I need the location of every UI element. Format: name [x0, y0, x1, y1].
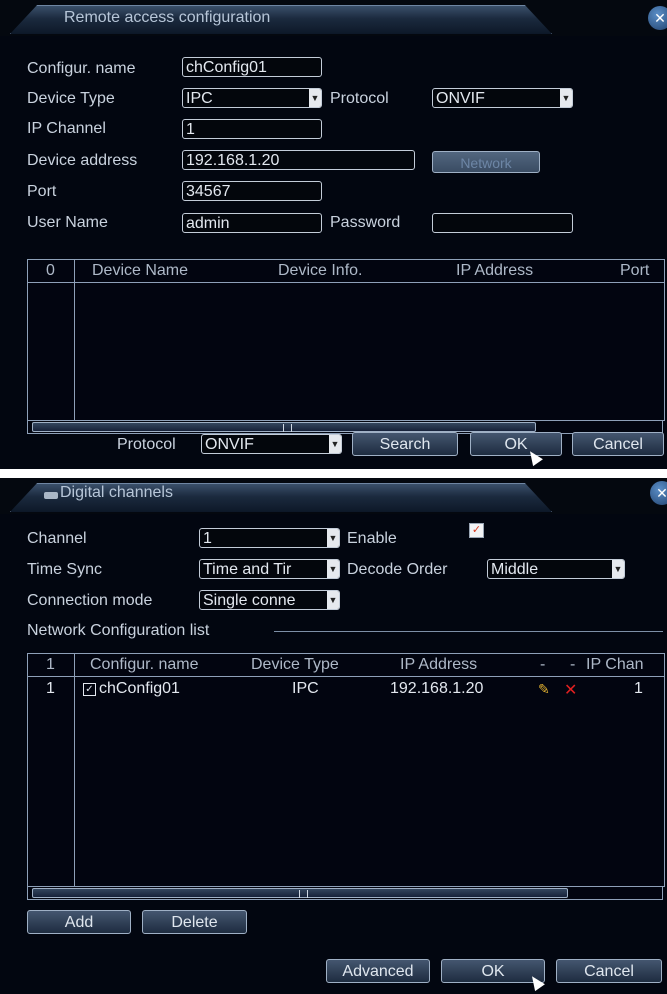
time-sync-value: Time and Tir	[203, 561, 292, 578]
device-address-label: Device address	[27, 152, 138, 169]
device-count: 0	[46, 262, 55, 279]
horizontal-scrollbar[interactable]	[27, 886, 663, 900]
dropdown-arrow-icon: ▼	[327, 529, 339, 547]
table-row[interactable]: 1 ✓ chConfig01 IPC 192.168.1.20 ✎ ✕ 1	[28, 678, 664, 700]
row-checkbox[interactable]: ✓	[83, 683, 96, 696]
close-icon[interactable]: ✕	[650, 481, 667, 505]
scrollbar-thumb[interactable]	[32, 888, 568, 898]
title-bar: Digital channels ✕	[0, 478, 667, 514]
protocol-value: ONVIF	[436, 90, 485, 107]
remote-access-dialog: Remote access configuration ✕ Configur. …	[0, 0, 667, 469]
search-protocol-value: ONVIF	[205, 436, 254, 453]
column-divider	[74, 260, 75, 420]
decode-order-label: Decode Order	[347, 561, 448, 578]
column-ip-address: IP Address	[400, 656, 478, 673]
pencil-icon[interactable]: ✎	[538, 681, 550, 698]
dialog-title: Digital channels	[60, 484, 173, 501]
group-divider	[274, 631, 663, 632]
column-ip-channel: IP Chan	[586, 656, 644, 673]
delete-x-icon[interactable]: ✕	[564, 680, 577, 700]
camera-icon	[44, 492, 58, 499]
row-device-type: IPC	[292, 680, 319, 697]
connection-mode-value: Single conne	[203, 592, 296, 609]
add-button[interactable]: Add	[27, 910, 131, 934]
title-bar: Remote access configuration ✕	[0, 0, 667, 36]
enable-checkbox[interactable]: ✓	[469, 523, 484, 538]
network-config-list-header: 1 Configur. name Device Type IP Address …	[28, 654, 664, 677]
user-name-input[interactable]: admin	[182, 213, 322, 233]
scrollbar-thumb[interactable]	[32, 422, 536, 432]
row-config-name: chConfig01	[99, 680, 180, 697]
enable-label: Enable	[347, 530, 397, 547]
column-port: Port	[620, 262, 650, 279]
time-sync-label: Time Sync	[27, 561, 102, 578]
device-type-value: IPC	[186, 90, 213, 107]
device-type-select[interactable]: IPC ▼	[182, 88, 322, 108]
horizontal-scrollbar[interactable]	[27, 420, 663, 434]
decode-order-select[interactable]: Middle ▼	[487, 559, 625, 579]
grip-icon	[283, 424, 292, 432]
search-button[interactable]: Search	[352, 432, 458, 456]
device-address-input[interactable]: 192.168.1.20	[182, 150, 415, 170]
dropdown-arrow-icon: ▼	[612, 560, 624, 578]
channel-label: Channel	[27, 530, 87, 547]
delete-button[interactable]: Delete	[142, 910, 247, 934]
dropdown-arrow-icon: ▼	[327, 560, 339, 578]
port-input[interactable]: 34567	[182, 181, 322, 201]
password-label: Password	[330, 214, 401, 231]
cancel-button[interactable]: Cancel	[572, 432, 664, 456]
dropdown-arrow-icon: ▼	[560, 89, 572, 107]
column-device-type: Device Type	[251, 656, 339, 673]
decode-order-value: Middle	[491, 561, 539, 578]
port-label: Port	[27, 183, 57, 200]
dropdown-arrow-icon: ▼	[329, 435, 341, 453]
protocol-label: Protocol	[330, 90, 389, 107]
column-config-name: Configur. name	[90, 656, 199, 673]
device-list[interactable]: 0 Device Name Device Info. IP Address Po…	[27, 259, 665, 421]
channel-select[interactable]: 1 ▼	[199, 528, 340, 548]
dialog-title: Remote access configuration	[64, 9, 271, 26]
config-name-input[interactable]: chConfig01	[182, 57, 322, 77]
connection-mode-select[interactable]: Single conne ▼	[199, 590, 340, 610]
device-list-header: 0 Device Name Device Info. IP Address Po…	[28, 260, 664, 283]
config-count: 1	[46, 656, 55, 673]
ip-channel-input[interactable]: 1	[182, 119, 322, 139]
digital-channels-dialog: Digital channels ✕ Channel 1 ▼ Enable ✓ …	[0, 478, 667, 994]
network-config-list-label: Network Configuration list	[27, 622, 210, 639]
column-ip-address: IP Address	[456, 262, 534, 279]
user-name-label: User Name	[27, 214, 108, 231]
channel-value: 1	[203, 530, 212, 547]
search-protocol-select[interactable]: ONVIF ▼	[201, 434, 342, 454]
network-config-list[interactable]: 1 Configur. name Device Type IP Address …	[27, 653, 665, 887]
ok-button[interactable]: OK	[470, 432, 562, 456]
config-name-label: Configur. name	[27, 60, 136, 77]
connection-mode-label: Connection mode	[27, 592, 153, 609]
bottom-protocol-label: Protocol	[117, 436, 176, 453]
ip-channel-label: IP Channel	[27, 120, 106, 137]
cancel-button[interactable]: Cancel	[556, 959, 662, 983]
row-index: 1	[46, 680, 55, 697]
network-button[interactable]: Network	[432, 151, 540, 173]
column-edit: -	[540, 656, 546, 673]
dropdown-arrow-icon: ▼	[309, 89, 321, 107]
column-device-name: Device Name	[92, 262, 189, 279]
advanced-button[interactable]: Advanced	[326, 959, 430, 983]
column-device-info: Device Info.	[278, 262, 363, 279]
protocol-select[interactable]: ONVIF ▼	[432, 88, 573, 108]
device-type-label: Device Type	[27, 90, 115, 107]
time-sync-select[interactable]: Time and Tir ▼	[199, 559, 340, 579]
password-input[interactable]	[432, 213, 573, 233]
close-icon[interactable]: ✕	[648, 6, 667, 30]
row-ip-channel: 1	[634, 680, 643, 697]
row-ip-address: 192.168.1.20	[390, 680, 484, 697]
column-delete: -	[570, 656, 576, 673]
grip-icon	[299, 890, 308, 898]
dropdown-arrow-icon: ▼	[327, 591, 339, 609]
